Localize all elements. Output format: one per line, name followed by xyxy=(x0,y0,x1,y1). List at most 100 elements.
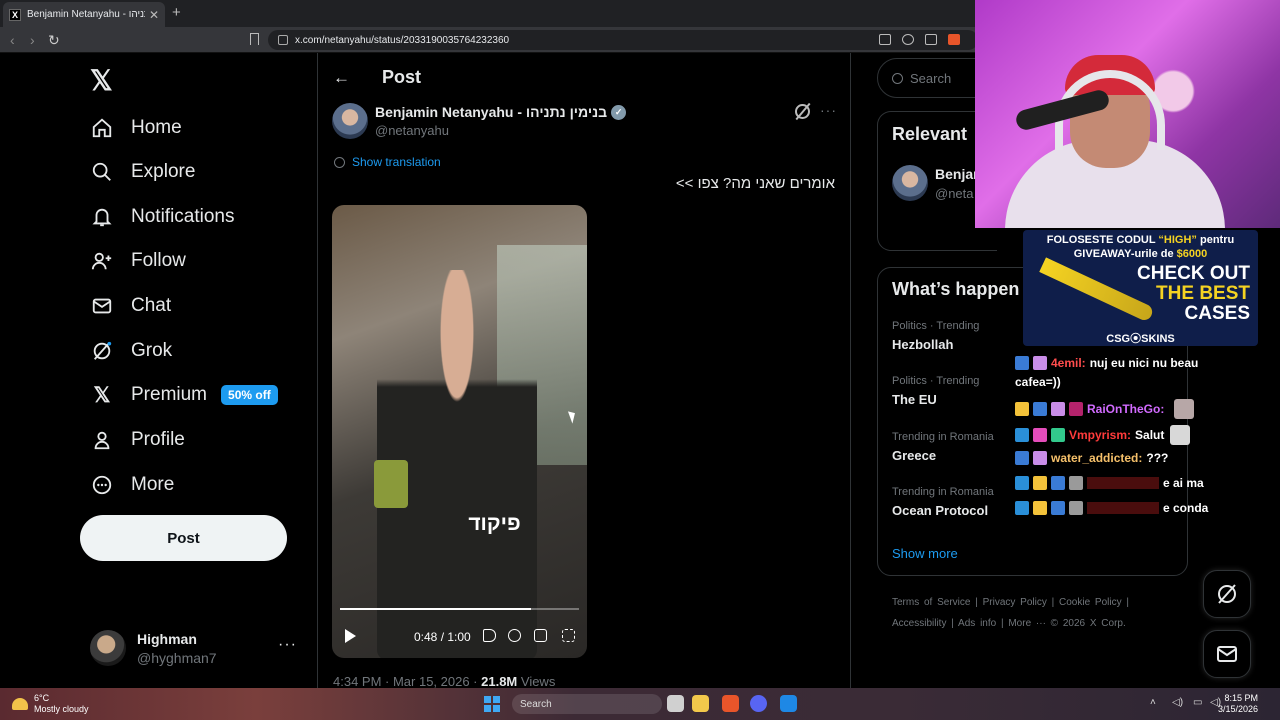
weather-temp: 6°C xyxy=(34,693,50,703)
nav-notifications[interactable]: Notifications xyxy=(90,202,235,232)
fullscreen-icon[interactable] xyxy=(562,629,575,642)
author-handle[interactable]: @netanyahu xyxy=(375,123,449,138)
pip-icon[interactable] xyxy=(534,629,547,642)
chat-badge-icon xyxy=(1033,476,1047,490)
weather-widget[interactable]: 6°C Mostly cloudy xyxy=(12,693,89,715)
chat-text: e ai ma xyxy=(1163,476,1204,490)
bookmark-icon[interactable] xyxy=(250,33,259,45)
nav-grok[interactable]: Grok xyxy=(90,336,172,366)
ad-brand: CSG⦿SKINS xyxy=(1106,333,1175,345)
post-more-icon[interactable]: ··· xyxy=(820,102,837,118)
chat-message: Vmpyrism: Salut xyxy=(1015,425,1191,445)
messages-fab-button[interactable] xyxy=(1203,630,1251,678)
home-icon xyxy=(90,116,114,140)
chat-badge-icon xyxy=(1051,476,1065,490)
reload-icon[interactable]: ↻ xyxy=(48,32,60,49)
task-view-icon[interactable] xyxy=(667,695,684,712)
nav-follow[interactable]: Follow xyxy=(90,246,186,276)
video-progress-bar[interactable] xyxy=(340,608,579,610)
show-more-link[interactable]: Show more xyxy=(892,546,958,561)
nav-more[interactable]: More xyxy=(90,470,174,500)
trend-item[interactable]: Trending in Romania Greece xyxy=(892,431,994,463)
display-tray-icon[interactable]: ▭ xyxy=(1193,697,1202,708)
account-switcher[interactable]: Highman @hyghman7 ··· xyxy=(90,630,305,670)
cast-icon[interactable] xyxy=(879,34,891,45)
chat-badge-icon xyxy=(1015,451,1029,465)
chat-emote-icon xyxy=(1174,399,1195,419)
tab-title: Benjamin Netanyahu - בנימין נתניהו xyxy=(27,9,145,20)
views-count: 21.8M xyxy=(481,674,518,689)
chat-badge-icon xyxy=(1033,451,1047,465)
windows-start-icon[interactable] xyxy=(484,696,500,712)
ad-amount: $6000 xyxy=(1176,248,1208,260)
chat-text: nuj eu nici nu beau xyxy=(1089,356,1199,370)
trend-item[interactable]: Politics · Trending Hezbollah xyxy=(892,320,979,352)
discord-icon[interactable] xyxy=(750,695,767,712)
volume-tray-icon[interactable]: ◁) xyxy=(1172,697,1183,708)
new-tab-icon[interactable]: + xyxy=(172,4,181,21)
close-tab-icon[interactable]: ✕ xyxy=(149,8,159,22)
show-translation-link[interactable]: Show translation xyxy=(334,155,441,169)
grok-explain-icon[interactable] xyxy=(795,104,810,119)
nav-home-label: Home xyxy=(131,117,182,138)
post-button[interactable]: Post xyxy=(80,515,287,561)
redacted-username xyxy=(1087,502,1159,514)
ad-headline-3: CASES xyxy=(1184,303,1250,324)
relevant-title: Relevant xyxy=(892,124,968,144)
windows-taskbar: 6°C Mostly cloudy Search ˄ ◁) ▭ ◁) 8:15 … xyxy=(0,688,1280,720)
search-icon xyxy=(90,160,114,184)
nav-explore[interactable]: Explore xyxy=(90,157,195,187)
trend-context: Trending in Romania xyxy=(892,486,994,498)
brave-shield-icon[interactable] xyxy=(948,34,960,45)
account-handle: @hyghman7 xyxy=(137,650,217,666)
footer-links-1[interactable]: Terms of Service | Privacy Policy | Cook… xyxy=(892,597,1129,608)
volume-icon[interactable] xyxy=(483,629,496,642)
author-name[interactable]: Benjamin Netanyahu - בנימין נתניהו ✓ xyxy=(375,104,627,120)
search-placeholder: Search xyxy=(910,70,952,86)
trend-context: Trending in Romania xyxy=(892,431,994,443)
forward-icon[interactable]: › xyxy=(30,32,35,48)
browser-tab[interactable]: X Benjamin Netanyahu - בנימין נתניהו ✕ xyxy=(3,2,165,27)
brave-browser-icon[interactable] xyxy=(722,695,739,712)
post-timestamp[interactable]: 4:34 PM · Mar 15, 2026 · xyxy=(333,674,481,689)
settings-icon[interactable] xyxy=(508,629,521,642)
trend-item[interactable]: Politics · Trending The EU xyxy=(892,375,979,407)
chat-badge-icon xyxy=(1015,402,1029,416)
zoom-icon[interactable] xyxy=(902,34,914,45)
x-logo-icon[interactable]: 𝕏 xyxy=(90,64,113,97)
relevant-avatar[interactable] xyxy=(892,165,928,201)
account-more-icon[interactable]: ··· xyxy=(278,636,297,654)
author-avatar[interactable] xyxy=(332,103,368,139)
app-icon[interactable] xyxy=(780,695,797,712)
post-meta: 4:34 PM · Mar 15, 2026 · 21.8M Views xyxy=(333,674,555,689)
share-icon[interactable] xyxy=(925,34,937,45)
back-arrow-icon[interactable]: ← xyxy=(333,68,350,88)
back-icon[interactable]: ‹ xyxy=(10,32,15,48)
file-explorer-icon[interactable] xyxy=(692,695,709,712)
chat-badge-icon xyxy=(1051,402,1065,416)
taskbar-search[interactable]: Search xyxy=(512,694,662,714)
play-icon[interactable] xyxy=(345,629,356,643)
chat-text: ??? xyxy=(1146,451,1169,465)
nav-chat[interactable]: Chat xyxy=(90,291,171,321)
nav-premium[interactable]: 𝕏 Premium 50% off xyxy=(90,380,278,410)
x-favicon-icon: X xyxy=(9,8,21,21)
footer-links-2[interactable]: Accessibility | Ads info | More ··· © 20… xyxy=(892,618,1126,629)
mail-icon xyxy=(90,294,114,318)
trend-name: Ocean Protocol xyxy=(892,503,989,518)
premium-discount-badge: 50% off xyxy=(221,385,278,405)
video-time: 0:48 / 1:00 xyxy=(414,630,471,644)
nav-profile[interactable]: Profile xyxy=(90,425,185,455)
url-input[interactable]: x.com/netanyahu/status/20331900357642323… xyxy=(268,30,978,50)
taskbar-clock[interactable]: 8:15 PM 3/15/2026 xyxy=(1218,693,1258,715)
grok-fab-button[interactable] xyxy=(1203,570,1251,618)
ad-headline: CHECK OUT THE BEST CASES xyxy=(1137,264,1250,324)
chat-badge-icon xyxy=(1033,501,1047,515)
video-player[interactable]: פיקוד 0:48 / 1:00 xyxy=(332,205,587,658)
post-text: אומרים שאני מה? צפו >> xyxy=(675,175,835,192)
trend-item[interactable]: Trending in Romania Ocean Protocol xyxy=(892,486,994,518)
tray-overflow-icon[interactable]: ˄ xyxy=(1150,697,1156,708)
chat-message: water_addicted: ??? xyxy=(1015,451,1168,465)
nav-home[interactable]: Home xyxy=(90,113,182,143)
site-info-icon[interactable] xyxy=(278,35,288,45)
